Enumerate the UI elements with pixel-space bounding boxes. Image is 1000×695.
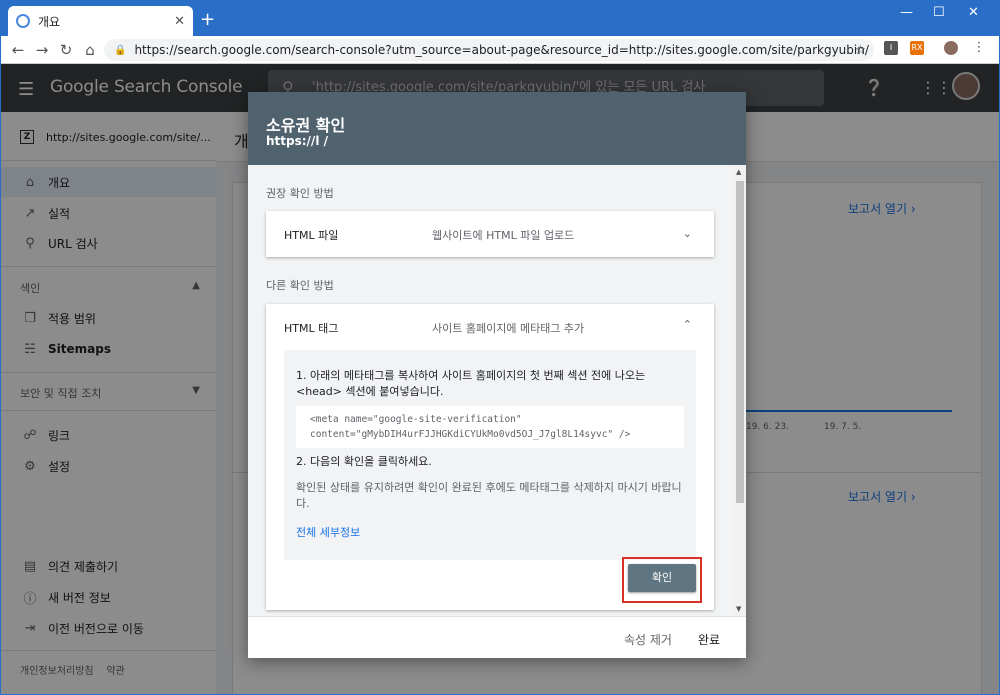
- remove-property-button[interactable]: 속성 제거: [624, 631, 672, 648]
- done-button[interactable]: 완료: [698, 631, 720, 648]
- rx-extension-icon[interactable]: RX: [910, 41, 924, 55]
- ownership-verification-dialog: 소유권 확인 https://l / 권장 확인 방법 HTML 파일 웹사이트…: [248, 92, 746, 658]
- scrollbar-thumb[interactable]: [736, 181, 744, 503]
- extension-icon[interactable]: I: [884, 41, 898, 55]
- forward-icon[interactable]: →: [30, 41, 54, 59]
- method-description: 사이트 홈페이지에 메타태그 추가: [432, 322, 585, 335]
- method-name: HTML 파일: [284, 229, 339, 242]
- back-icon[interactable]: ←: [6, 41, 30, 59]
- full-details-link[interactable]: 전체 세부정보: [296, 524, 360, 540]
- reload-icon[interactable]: ↻: [54, 41, 78, 59]
- code-line-2: content="gMybDIH4urFJJHGKdiCYUkMo0vd5OJ_…: [310, 429, 631, 440]
- url-text: https://search.google.com/search-console…: [134, 43, 869, 57]
- meta-tag-code[interactable]: <meta name="google-site-verification" co…: [296, 406, 684, 448]
- minimize-icon[interactable]: —: [900, 5, 913, 20]
- step-1-text: 1. 아래의 메타태그를 복사하여 사이트 홈페이지의 첫 번째 섹션 전에 나…: [296, 369, 646, 398]
- close-tab-icon[interactable]: ✕: [174, 14, 185, 29]
- method-name: HTML 태그: [284, 322, 339, 335]
- chevron-down-icon[interactable]: ⌄: [683, 227, 692, 240]
- profile-avatar[interactable]: [944, 41, 958, 55]
- maximize-icon[interactable]: ☐: [933, 5, 945, 20]
- recommended-method-label: 권장 확인 방법: [266, 187, 334, 200]
- dialog-scrollbar[interactable]: ▲ ▼: [734, 165, 746, 616]
- tab-title: 개요: [38, 14, 61, 29]
- method-html-file[interactable]: HTML 파일 웹사이트에 HTML 파일 업로드 ⌄: [266, 211, 714, 257]
- browser-tab[interactable]: 개요 ✕: [8, 6, 193, 36]
- code-line-1: <meta name="google-site-verification": [310, 414, 522, 425]
- dialog-body: 권장 확인 방법 HTML 파일 웹사이트에 HTML 파일 업로드 ⌄ 다른 …: [248, 165, 734, 616]
- bookmark-star-icon[interactable]: ☆: [854, 43, 866, 58]
- lock-icon: 🔒: [114, 44, 127, 56]
- step-2-text: 2. 다음의 확인을 클릭하세요.: [296, 455, 432, 468]
- method-description: 웹사이트에 HTML 파일 업로드: [432, 229, 575, 242]
- menu-icon[interactable]: ⋮: [972, 41, 986, 55]
- verify-button[interactable]: 확인: [628, 564, 696, 592]
- home-icon[interactable]: ⌂: [78, 41, 102, 59]
- close-window-icon[interactable]: ✕: [968, 5, 979, 20]
- new-tab-button[interactable]: +: [200, 9, 215, 30]
- scroll-up-icon[interactable]: ▲: [736, 168, 741, 176]
- scroll-down-icon[interactable]: ▼: [736, 605, 741, 613]
- dialog-property-url: https://l /: [266, 134, 328, 148]
- dialog-title: 소유권 확인: [266, 116, 346, 135]
- chevron-up-icon[interactable]: ⌃: [683, 318, 692, 331]
- address-bar[interactable]: 🔒 https://search.google.com/search-conso…: [104, 39, 874, 61]
- browser-titlebar: 개요 ✕ + — ☐ ✕: [0, 0, 1000, 36]
- other-methods-label: 다른 확인 방법: [266, 279, 334, 292]
- dialog-footer: 속성 제거 완료: [248, 616, 746, 658]
- dialog-header: 소유권 확인 https://l /: [248, 92, 746, 165]
- search-console-favicon-icon: [16, 14, 30, 28]
- hint-text: 확인된 상태를 유지하려면 확인이 완료된 후에도 메타태그를 삭제하지 마시기…: [296, 481, 682, 510]
- instructions-panel: 1. 아래의 메타태그를 복사하여 사이트 홈페이지의 첫 번째 섹션 전에 나…: [284, 350, 696, 560]
- browser-toolbar: ← → ↻ ⌂ 🔒 https://search.google.com/sear…: [0, 36, 1000, 64]
